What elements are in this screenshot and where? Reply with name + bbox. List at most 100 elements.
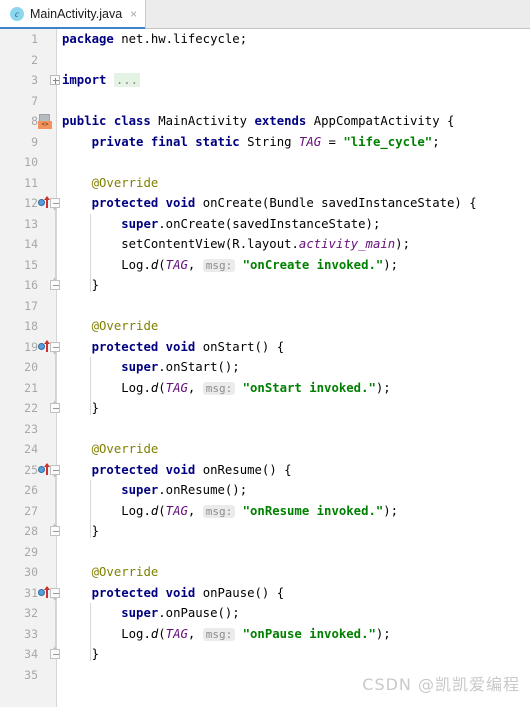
line-number: 35: [24, 667, 38, 682]
token-plain: setContentView(R.layout.: [121, 237, 299, 251]
code-line: 20 super.onStart();: [0, 357, 530, 378]
code-editor[interactable]: 1 package net.hw.lifecycle; 2 3 import ... 7 8…: [0, 29, 530, 707]
line-number: 2: [31, 52, 38, 67]
android-class-icon[interactable]: <>: [38, 114, 54, 129]
token-plain: ,: [187, 626, 203, 641]
fold-expand-icon[interactable]: [50, 75, 61, 86]
token-kw: private final static: [91, 134, 248, 149]
code-text: import ...: [62, 70, 141, 91]
code-text: @Override: [62, 439, 159, 460]
line-number: 13: [24, 216, 38, 231]
token-kw: protected void: [91, 462, 203, 477]
token-plain: Log.: [121, 380, 151, 395]
code-text: super.onCreate(savedInstanceState);: [62, 214, 380, 235]
indent-guide: [89, 480, 91, 538]
token-hint: msg:: [202, 258, 236, 272]
code-text: Log.d(TAG, msg: "onResume invoked.");: [62, 501, 398, 523]
line-number: 21: [24, 380, 38, 395]
fold-region-end-icon[interactable]: [50, 400, 61, 414]
line-number: 9: [31, 134, 38, 149]
code-line: 7: [0, 91, 530, 112]
code-lines: 1 package net.hw.lifecycle; 2 3 import ... 7 8…: [0, 29, 530, 685]
line-number: 3: [31, 73, 38, 87]
line-number: 7: [31, 93, 38, 108]
token-plain: }: [62, 647, 100, 661]
fold-rail: [54, 211, 56, 279]
code-line: 11 @Override: [0, 173, 530, 194]
close-icon[interactable]: ×: [128, 8, 137, 20]
code-line: 9 private final static String TAG = "lif…: [0, 132, 530, 153]
tab-label: MainActivity.java: [30, 7, 123, 21]
code-text: protected void onPause() {: [62, 583, 285, 604]
token-plain: onStart() {: [202, 339, 285, 354]
token-plain: );: [375, 380, 391, 395]
line-number: 11: [24, 175, 38, 190]
token-plain: (: [158, 626, 166, 641]
token-field: TAG: [165, 503, 188, 518]
token-plain: .onResume();: [158, 483, 248, 497]
fold-collapse-icon[interactable]: [50, 341, 61, 355]
ide-window: c MainActivity.java × 1 package net.hw.li…: [0, 0, 530, 707]
code-text: protected void onStart() {: [62, 337, 285, 358]
token-kw: protected void: [91, 339, 203, 354]
token-hint: msg:: [202, 381, 236, 395]
fold-region-end-icon[interactable]: [50, 523, 61, 537]
code-line: 22 }: [0, 398, 530, 419]
token-plain: onPause() {: [202, 585, 285, 600]
fold-collapse-icon[interactable]: [50, 464, 61, 478]
line-number: 24: [24, 442, 38, 456]
token-plain: (: [158, 257, 166, 272]
code-text: Log.d(TAG, msg: "onCreate invoked.");: [62, 255, 398, 277]
token-kw: import: [62, 73, 114, 87]
fold-region-end-icon[interactable]: [50, 646, 61, 660]
fold-region-end-icon[interactable]: [50, 277, 61, 291]
token-anno: @Override: [91, 442, 159, 456]
code-line: 28 }: [0, 521, 530, 542]
fold-collapse-icon[interactable]: [50, 198, 61, 211]
code-text: }: [62, 275, 99, 296]
token-field: activity_main: [298, 237, 396, 251]
code-text: @Override: [62, 173, 159, 194]
token-plain: =: [321, 134, 344, 149]
token-plain: );: [383, 257, 399, 272]
token-plain: );: [395, 237, 410, 251]
code-line: 32 super.onPause();: [0, 603, 530, 624]
token-kw: super: [121, 483, 159, 497]
indent-guide: [89, 213, 91, 292]
token-plain: Log.: [121, 503, 151, 518]
fold-rail: [54, 354, 56, 402]
tab-mainactivity-java[interactable]: c MainActivity.java ×: [0, 0, 147, 29]
fold-collapse-icon[interactable]: [50, 587, 61, 601]
token-plain: (: [158, 503, 166, 518]
code-line: 8 <> public class MainActivity extends App…: [0, 111, 530, 132]
token-plain: ,: [187, 503, 203, 518]
token-kw: super: [121, 216, 159, 231]
line-number: 20: [24, 360, 38, 374]
token-plain: Log.: [121, 626, 151, 641]
line-number: 29: [24, 544, 38, 559]
indent-guide: [89, 357, 91, 415]
code-text: @Override: [62, 316, 159, 337]
line-number: 27: [24, 503, 38, 518]
code-text: public class MainActivity extends AppCom…: [62, 111, 454, 132]
line-number: 25: [24, 462, 38, 477]
code-line: 31 protected void onPause() {: [0, 583, 530, 604]
token-folded: ...: [113, 73, 141, 87]
line-number: 8: [31, 114, 38, 128]
line-number: 34: [24, 647, 38, 661]
code-line: 35: [0, 665, 530, 686]
token-kw: public class: [62, 114, 159, 128]
token-kw: package: [62, 32, 122, 46]
